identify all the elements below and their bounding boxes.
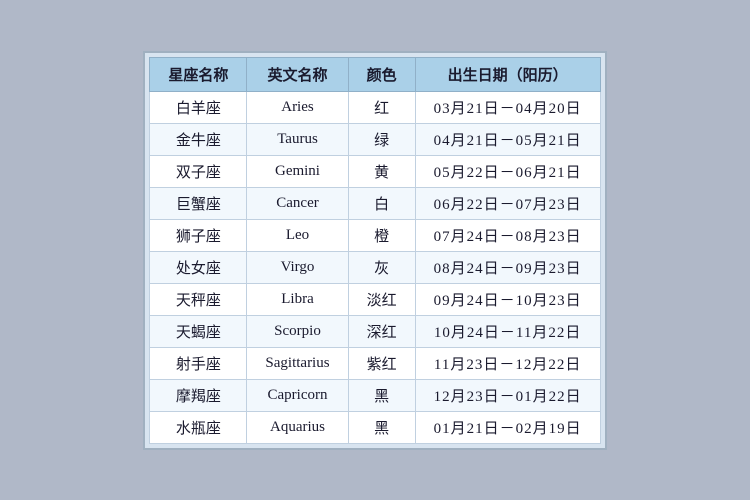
zodiac-table-container: 星座名称 英文名称 颜色 出生日期（阳历） 白羊座Aries红03月21日－04… [143, 51, 606, 450]
cell-color: 紫红 [348, 347, 415, 379]
cell-en-name: Capricorn [247, 379, 348, 411]
cell-cn-name: 水瓶座 [150, 411, 247, 443]
cell-color: 深红 [348, 315, 415, 347]
cell-en-name: Aries [247, 91, 348, 123]
cell-en-name: Taurus [247, 123, 348, 155]
cell-cn-name: 天秤座 [150, 283, 247, 315]
table-row: 金牛座Taurus绿04月21日－05月21日 [150, 123, 600, 155]
cell-cn-name: 射手座 [150, 347, 247, 379]
cell-cn-name: 摩羯座 [150, 379, 247, 411]
cell-cn-name: 狮子座 [150, 219, 247, 251]
cell-en-name: Cancer [247, 187, 348, 219]
cell-en-name: Aquarius [247, 411, 348, 443]
cell-color: 绿 [348, 123, 415, 155]
cell-cn-name: 处女座 [150, 251, 247, 283]
table-row: 处女座Virgo灰08月24日－09月23日 [150, 251, 600, 283]
table-row: 白羊座Aries红03月21日－04月20日 [150, 91, 600, 123]
table-row: 天秤座Libra淡红09月24日－10月23日 [150, 283, 600, 315]
header-cn-name: 星座名称 [150, 57, 247, 91]
cell-cn-name: 天蝎座 [150, 315, 247, 347]
cell-date: 04月21日－05月21日 [415, 123, 600, 155]
cell-color: 橙 [348, 219, 415, 251]
cell-date: 03月21日－04月20日 [415, 91, 600, 123]
cell-en-name: Libra [247, 283, 348, 315]
header-color: 颜色 [348, 57, 415, 91]
table-row: 水瓶座Aquarius黑01月21日－02月19日 [150, 411, 600, 443]
cell-date: 08月24日－09月23日 [415, 251, 600, 283]
cell-date: 09月24日－10月23日 [415, 283, 600, 315]
cell-date: 12月23日－01月22日 [415, 379, 600, 411]
table-row: 射手座Sagittarius紫红11月23日－12月22日 [150, 347, 600, 379]
cell-date: 07月24日－08月23日 [415, 219, 600, 251]
cell-en-name: Leo [247, 219, 348, 251]
cell-en-name: Gemini [247, 155, 348, 187]
table-row: 狮子座Leo橙07月24日－08月23日 [150, 219, 600, 251]
cell-color: 黑 [348, 379, 415, 411]
table-row: 摩羯座Capricorn黑12月23日－01月22日 [150, 379, 600, 411]
cell-cn-name: 白羊座 [150, 91, 247, 123]
cell-color: 黑 [348, 411, 415, 443]
cell-color: 黄 [348, 155, 415, 187]
cell-color: 淡红 [348, 283, 415, 315]
header-en-name: 英文名称 [247, 57, 348, 91]
cell-cn-name: 巨蟹座 [150, 187, 247, 219]
cell-en-name: Scorpio [247, 315, 348, 347]
header-date: 出生日期（阳历） [415, 57, 600, 91]
cell-date: 10月24日－11月22日 [415, 315, 600, 347]
cell-color: 白 [348, 187, 415, 219]
table-row: 巨蟹座Cancer白06月22日－07月23日 [150, 187, 600, 219]
table-row: 双子座Gemini黄05月22日－06月21日 [150, 155, 600, 187]
cell-cn-name: 双子座 [150, 155, 247, 187]
cell-color: 红 [348, 91, 415, 123]
zodiac-table: 星座名称 英文名称 颜色 出生日期（阳历） 白羊座Aries红03月21日－04… [149, 57, 600, 444]
cell-date: 06月22日－07月23日 [415, 187, 600, 219]
table-row: 天蝎座Scorpio深红10月24日－11月22日 [150, 315, 600, 347]
cell-en-name: Virgo [247, 251, 348, 283]
cell-date: 11月23日－12月22日 [415, 347, 600, 379]
cell-date: 05月22日－06月21日 [415, 155, 600, 187]
cell-color: 灰 [348, 251, 415, 283]
cell-date: 01月21日－02月19日 [415, 411, 600, 443]
table-header-row: 星座名称 英文名称 颜色 出生日期（阳历） [150, 57, 600, 91]
cell-en-name: Sagittarius [247, 347, 348, 379]
cell-cn-name: 金牛座 [150, 123, 247, 155]
